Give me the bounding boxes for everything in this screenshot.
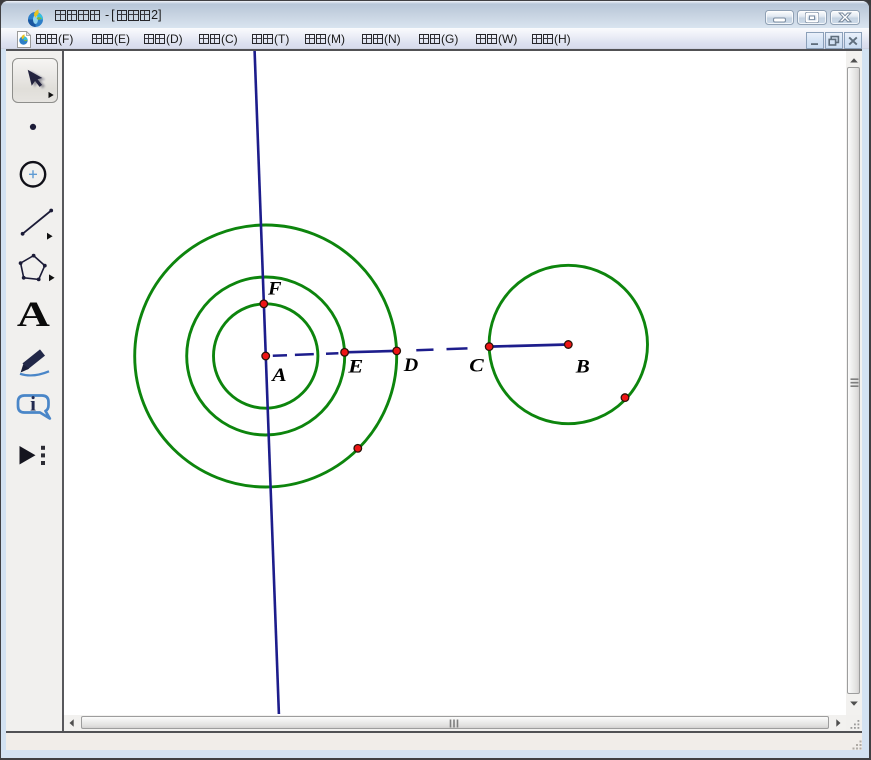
svg-text:E: E: [347, 357, 363, 378]
svg-text:C: C: [469, 356, 484, 377]
svg-text:A: A: [271, 365, 287, 386]
svg-text:i: i: [30, 392, 36, 416]
svg-text:B: B: [574, 357, 589, 378]
svg-text:A: A: [17, 294, 50, 334]
svg-text:F: F: [266, 279, 281, 300]
svg-text:D: D: [402, 355, 418, 376]
